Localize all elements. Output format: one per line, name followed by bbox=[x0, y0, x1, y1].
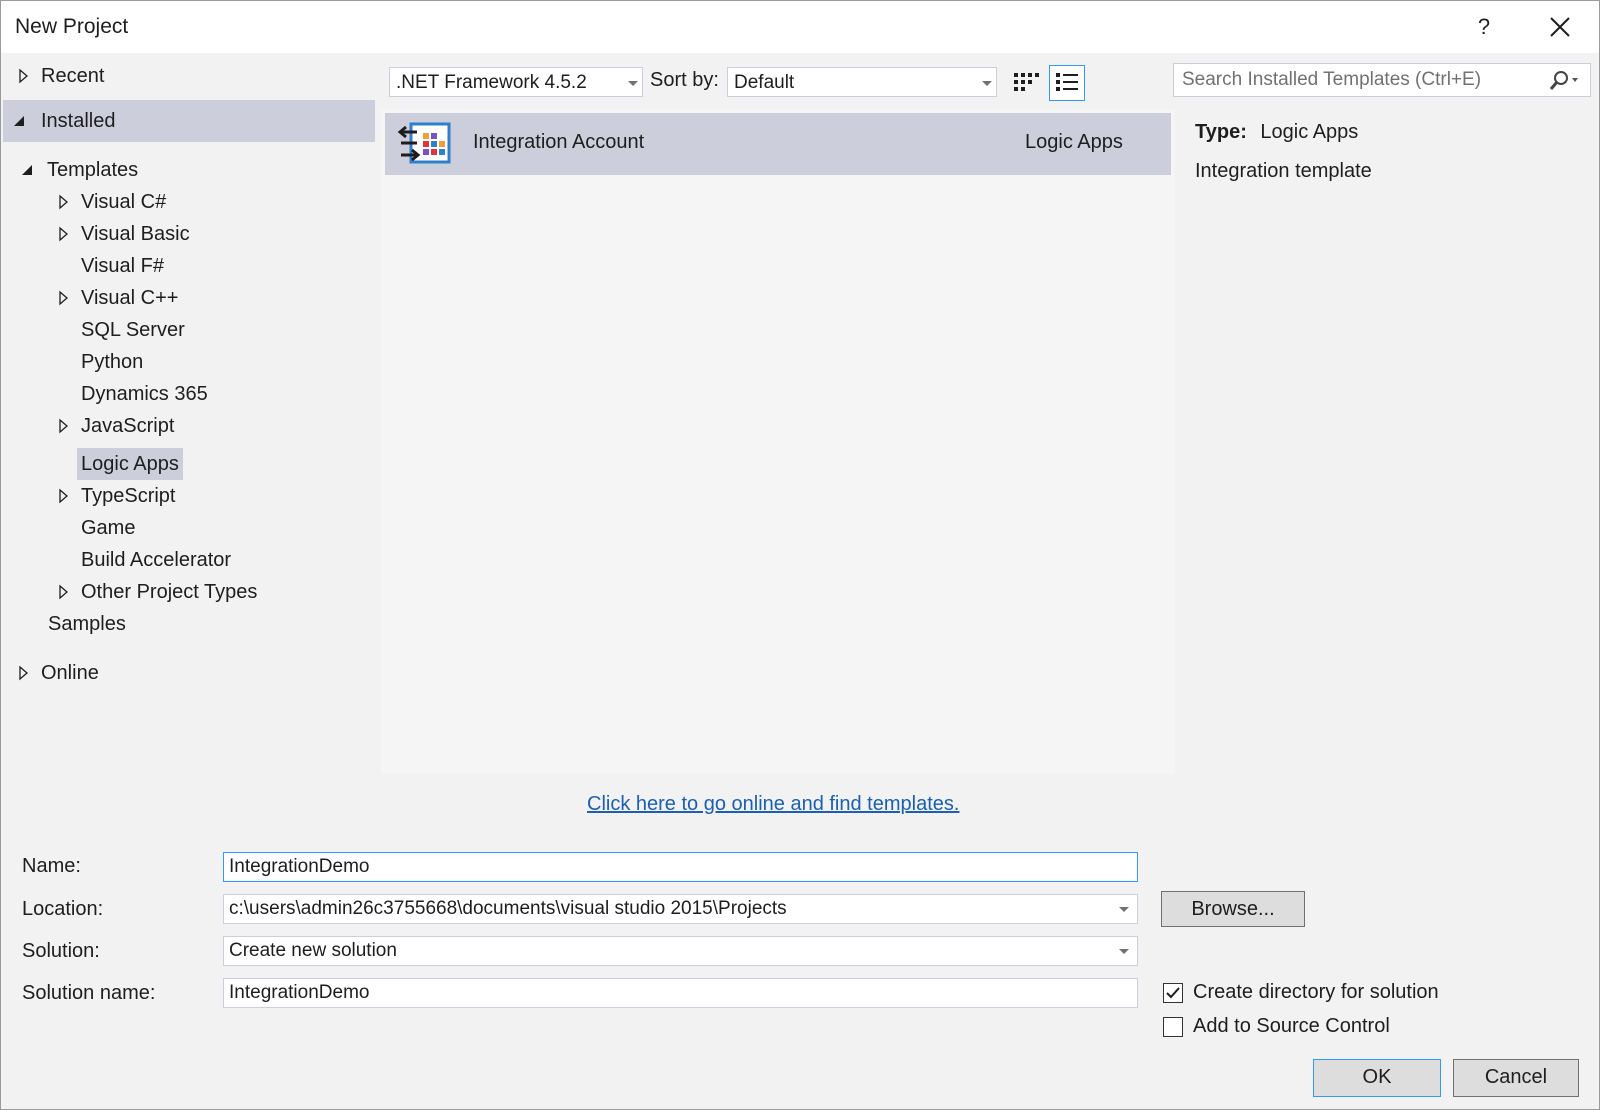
expand-triangle-icon bbox=[19, 68, 28, 84]
tree-label: Build Accelerator bbox=[81, 549, 232, 571]
type-label: Type: bbox=[1195, 121, 1247, 143]
framework-value: .NET Framework 4.5.2 bbox=[396, 72, 587, 93]
tree-label: Recent bbox=[41, 65, 105, 87]
chevron-down-icon bbox=[1119, 949, 1129, 954]
tree-item-build-accelerator[interactable]: Build Accelerator bbox=[81, 545, 231, 575]
name-label: Name: bbox=[22, 855, 81, 877]
name-value: IntegrationDemo bbox=[229, 856, 370, 877]
collapse-triangle-icon bbox=[14, 116, 24, 126]
window-title: New Project bbox=[15, 15, 129, 38]
tree-label: Game bbox=[81, 517, 136, 539]
tree-item-visual-fsharp[interactable]: Visual F# bbox=[81, 251, 164, 281]
expand-triangle-icon bbox=[59, 488, 68, 504]
search-icon[interactable] bbox=[1546, 70, 1580, 92]
source-control-label: Add to Source Control bbox=[1193, 1015, 1390, 1037]
tree-label: Visual C++ bbox=[81, 287, 179, 309]
name-field[interactable]: IntegrationDemo bbox=[223, 852, 1138, 882]
solution-value: Create new solution bbox=[229, 940, 397, 961]
template-row[interactable]: Integration Account Logic Apps bbox=[385, 113, 1171, 175]
source-control-checkbox[interactable] bbox=[1163, 1017, 1183, 1037]
chevron-down-icon bbox=[628, 81, 638, 86]
sort-value: Default bbox=[734, 72, 795, 93]
chevron-down-icon bbox=[982, 81, 992, 86]
close-icon[interactable] bbox=[1544, 11, 1576, 43]
checkmark-icon bbox=[1166, 987, 1180, 999]
expand-triangle-icon bbox=[59, 418, 68, 434]
tree-label: Visual Basic bbox=[81, 223, 190, 245]
search-input[interactable]: Search Installed Templates (Ctrl+E) bbox=[1173, 63, 1591, 97]
expand-triangle-icon bbox=[59, 584, 68, 600]
template-category: Logic Apps bbox=[1025, 131, 1123, 153]
tree-item-dynamics-365[interactable]: Dynamics 365 bbox=[81, 379, 208, 409]
tree-label: Visual F# bbox=[81, 255, 165, 277]
online-templates-link[interactable]: Click here to go online and find templat… bbox=[587, 793, 959, 816]
list-view-icon[interactable] bbox=[1049, 65, 1085, 101]
collapse-triangle-icon bbox=[22, 165, 32, 175]
location-dropdown[interactable]: c:\users\admin26c3755668\documents\visua… bbox=[223, 894, 1138, 924]
solution-name-label: Solution name: bbox=[22, 982, 156, 1004]
integration-account-icon bbox=[397, 122, 451, 164]
new-project-dialog: New Project ? Recent Installed Templates… bbox=[0, 0, 1600, 1110]
solution-dropdown[interactable]: Create new solution bbox=[223, 936, 1138, 966]
tree-label: Logic Apps bbox=[81, 453, 179, 475]
tree-label: SQL Server bbox=[81, 319, 185, 341]
grid-view-icon[interactable] bbox=[1007, 65, 1043, 101]
expand-triangle-icon bbox=[59, 194, 68, 210]
solution-label: Solution: bbox=[22, 940, 100, 962]
tree-label: Online bbox=[41, 662, 99, 684]
tree-label: Python bbox=[81, 351, 144, 373]
template-description: Integration template bbox=[1195, 160, 1372, 182]
type-value: Logic Apps bbox=[1260, 121, 1359, 143]
solution-name-field[interactable]: IntegrationDemo bbox=[223, 978, 1138, 1008]
template-tree: Recent Installed Templates Visual C# Vis… bbox=[1, 53, 375, 843]
framework-dropdown[interactable]: .NET Framework 4.5.2 bbox=[389, 67, 643, 97]
expand-triangle-icon bbox=[19, 665, 28, 681]
template-list: Integration Account Logic Apps bbox=[381, 109, 1175, 774]
sort-by-label: Sort by: bbox=[650, 69, 719, 91]
tree-item-logic-apps[interactable]: Logic Apps bbox=[81, 449, 179, 479]
search-placeholder: Search Installed Templates (Ctrl+E) bbox=[1182, 69, 1482, 90]
expand-triangle-icon bbox=[59, 226, 68, 242]
create-directory-checkbox[interactable] bbox=[1163, 983, 1183, 1003]
location-value: c:\users\admin26c3755668\documents\visua… bbox=[229, 898, 787, 919]
template-details: Type: Logic Apps Integration template bbox=[1195, 121, 1372, 183]
title-bar: New Project ? bbox=[1, 1, 1599, 53]
help-button[interactable]: ? bbox=[1469, 11, 1499, 43]
create-directory-label: Create directory for solution bbox=[1193, 981, 1439, 1003]
tree-label: Samples bbox=[48, 613, 126, 635]
tree-label: Installed bbox=[41, 110, 116, 132]
tree-label: Dynamics 365 bbox=[81, 383, 208, 405]
solution-name-value: IntegrationDemo bbox=[229, 982, 370, 1003]
template-name: Integration Account bbox=[473, 131, 645, 153]
project-form: Name: IntegrationDemo Location: c:\users… bbox=[1, 843, 1599, 1109]
tree-label: Other Project Types bbox=[81, 581, 258, 603]
tree-label: JavaScript bbox=[81, 415, 175, 437]
chevron-down-icon bbox=[1119, 907, 1129, 912]
tree-label: Visual C# bbox=[81, 191, 167, 213]
ok-button[interactable]: OK bbox=[1313, 1059, 1441, 1097]
tree-item-game[interactable]: Game bbox=[81, 513, 135, 543]
browse-button[interactable]: Browse... bbox=[1161, 891, 1305, 927]
tree-label: Templates bbox=[47, 159, 139, 181]
tree-item-samples[interactable]: Samples bbox=[48, 609, 126, 639]
cancel-button[interactable]: Cancel bbox=[1453, 1059, 1579, 1097]
location-label: Location: bbox=[22, 898, 104, 920]
tree-item-python[interactable]: Python bbox=[81, 347, 143, 377]
expand-triangle-icon bbox=[59, 290, 68, 306]
tree-item-sql-server[interactable]: SQL Server bbox=[81, 315, 185, 345]
tree-label: TypeScript bbox=[81, 485, 176, 507]
sort-dropdown[interactable]: Default bbox=[727, 67, 997, 97]
